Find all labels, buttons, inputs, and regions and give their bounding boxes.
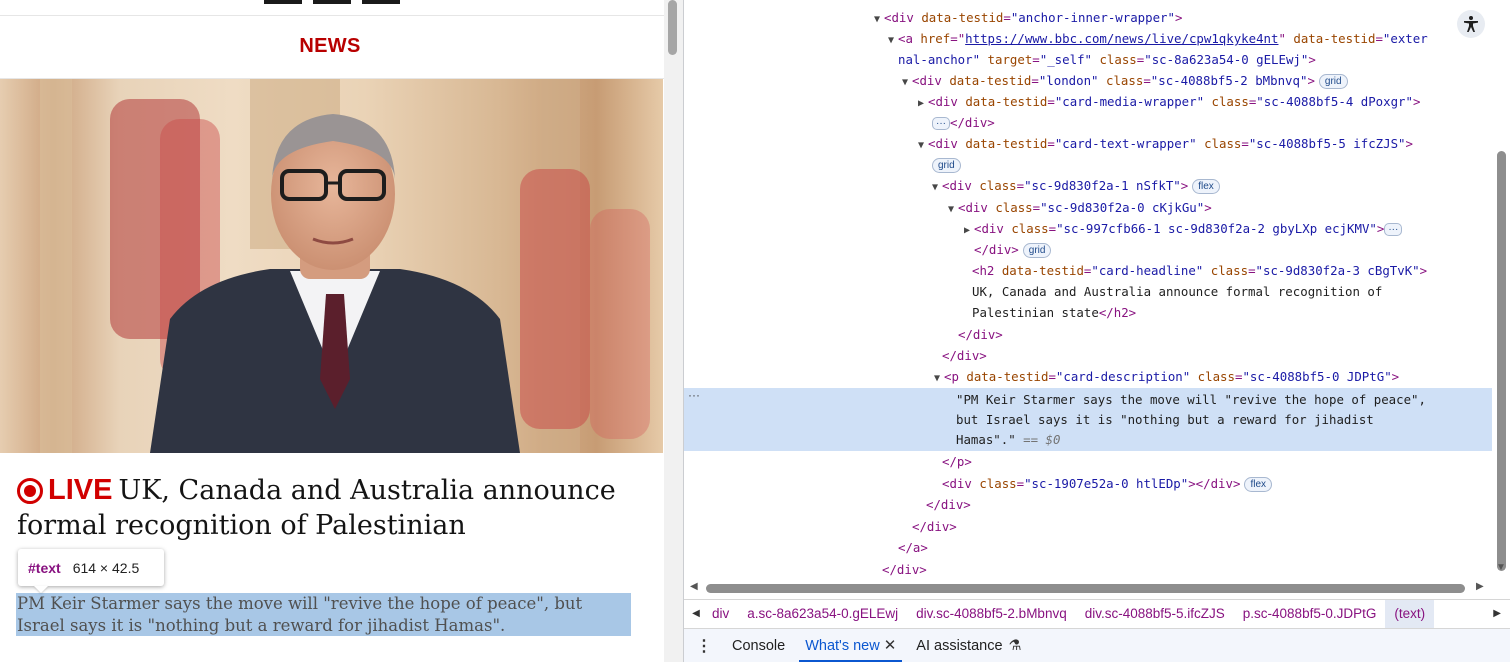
- live-badge: LIVE: [17, 473, 112, 508]
- dom-node-card-media-wrapper[interactable]: ▶ <div data-testid="card-media-wrapper" c…: [914, 92, 1420, 112]
- dom-node-nsfkt[interactable]: ▼ <div class="sc-9d830f2a-1 nSfkT"> flex: [928, 176, 1220, 196]
- expand-triangle-icon[interactable]: ▼: [898, 73, 912, 93]
- card-description[interactable]: PM Keir Starmer says the move will "revi…: [17, 593, 633, 637]
- bbc-logo-blocks[interactable]: [264, 0, 400, 4]
- tooltip-dimensions: 614 × 42.5: [72, 559, 140, 576]
- expand-triangle-icon[interactable]: ▼: [914, 136, 928, 156]
- experiment-flask-icon: ⚗: [1008, 637, 1022, 654]
- flex-badge[interactable]: flex: [1244, 477, 1272, 492]
- dom-node-anchor-continued: nal-anchor" target="_self" class="sc-8a6…: [898, 52, 1316, 67]
- selected-text-node[interactable]: "PM Keir Starmer says the move will "rev…: [956, 390, 1426, 410]
- dom-node-card-media-close: ··· </div>: [932, 113, 995, 133]
- tab-label: What's new: [805, 637, 880, 654]
- dom-close-div: </div>: [958, 327, 1003, 342]
- hero-photo-illustration: [0, 79, 663, 453]
- dom-close-div: </div>: [926, 497, 971, 512]
- tab-whats-new[interactable]: What's new ✕: [797, 629, 904, 662]
- expand-triangle-icon[interactable]: ▼: [928, 178, 942, 198]
- expand-triangle-icon[interactable]: ▼: [930, 369, 944, 389]
- breadcrumb-item[interactable]: div.sc-4088bf5-5.ifcZJS: [1076, 600, 1234, 628]
- breadcrumb-item[interactable]: div: [708, 600, 738, 628]
- inspect-tooltip: #text 614 × 42.5: [18, 549, 164, 586]
- dom-close-div: </div>: [942, 348, 987, 363]
- close-tab-icon[interactable]: ✕: [884, 637, 897, 654]
- dom-node-card-text-wrapper[interactable]: ▼ <div data-testid="card-text-wrapper" cl…: [914, 134, 1413, 154]
- collapse-triangle-icon[interactable]: ▶: [960, 221, 974, 241]
- dom-close-p: </p>: [942, 454, 972, 469]
- accessibility-tree-button[interactable]: [1457, 10, 1485, 38]
- breadcrumb-item[interactable]: a.sc-8a623a54-0.gELEwj: [738, 600, 907, 628]
- dom-close-div: </div>: [882, 562, 927, 577]
- collapsed-children-button[interactable]: ···: [1384, 223, 1403, 236]
- dom-node-htledp[interactable]: <div class="sc-1907e52a-0 htlEDp"></div>…: [942, 474, 1272, 494]
- dom-node-card-description[interactable]: ▼ <p data-testid="card-description" class…: [930, 367, 1399, 387]
- dom-close-a: </a>: [898, 540, 928, 555]
- tooltip-arrow: [34, 586, 48, 593]
- section-label[interactable]: NEWS: [0, 35, 660, 58]
- row-gutter-menu-icon[interactable]: ···: [688, 388, 700, 402]
- scroll-left-arrow-icon[interactable]: ◀: [690, 581, 698, 592]
- breadcrumb-item[interactable]: div.sc-4088bf5-2.bMbnvq: [907, 600, 1076, 628]
- dom-text-headline-1: UK, Canada and Australia announce formal…: [972, 284, 1383, 299]
- expand-triangle-icon[interactable]: ▼: [870, 10, 884, 30]
- dom-text-headline-2: Palestinian state</h2>: [972, 305, 1137, 320]
- dom-node-london[interactable]: ▼ <div data-testid="london" class="sc-408…: [898, 71, 1348, 91]
- dom-node-card-headline[interactable]: <h2 data-testid="card-headline" class="s…: [972, 261, 1427, 281]
- breadcrumb-item-active[interactable]: (text): [1385, 599, 1435, 628]
- logo-block: [313, 0, 351, 4]
- devtools-panel: ··· ▼ <div data-testid="anchor-inner-wrap…: [683, 0, 1510, 662]
- dom-node-gbylxp-close: </div> grid: [974, 240, 1052, 260]
- scroll-down-arrow-icon[interactable]: ▼: [1496, 562, 1506, 573]
- grid-badge[interactable]: grid: [1022, 243, 1052, 258]
- page-viewport: NEWS LIVE UK, Canada and Australia annou…: [0, 0, 683, 662]
- hero-image[interactable]: [0, 79, 663, 453]
- tab-console[interactable]: Console: [724, 629, 793, 662]
- accessibility-icon: [1464, 16, 1478, 32]
- devtools-horizontal-scrollbar-thumb[interactable]: [706, 584, 1465, 593]
- console-ref: == $0: [1015, 432, 1061, 447]
- devtools-vertical-scrollbar-thumb[interactable]: [1497, 151, 1506, 571]
- breadcrumb-right-arrow-icon[interactable]: ▶: [1493, 600, 1501, 628]
- logo-block: [264, 0, 302, 4]
- breadcrumb-left-arrow-icon[interactable]: ◀: [684, 608, 708, 619]
- dom-node-card-text-badge-row: grid: [928, 155, 961, 175]
- elements-dom-tree[interactable]: ··· ▼ <div data-testid="anchor-inner-wrap…: [684, 0, 1492, 582]
- tab-label: AI assistance: [916, 637, 1003, 654]
- expand-triangle-icon[interactable]: ▼: [944, 200, 958, 220]
- selected-text-line-2: but Israel says it is "nothing but a rew…: [956, 412, 1374, 427]
- selected-text-line-3: Hamas"." == $0: [956, 432, 1061, 447]
- dom-node-ckjkgu[interactable]: ▼ <div class="sc-9d830f2a-0 cKjkGu">: [944, 198, 1212, 218]
- scroll-right-arrow-icon[interactable]: ▶: [1476, 581, 1484, 592]
- dom-breadcrumbs: ◀ div a.sc-8a623a54-0.gELEwj div.sc-4088…: [684, 599, 1510, 628]
- tooltip-node-name: #text: [28, 559, 61, 576]
- href-link[interactable]: https://www.bbc.com/news/live/cpw1qkyke4…: [965, 31, 1278, 46]
- dom-node-gbylxp[interactable]: ▶ <div class="sc-997cfb66-1 sc-9d830f2a-2…: [960, 219, 1403, 241]
- dom-node-anchor-inner-wrapper[interactable]: ▼ <div data-testid="anchor-inner-wrapper"…: [870, 8, 1182, 28]
- breadcrumb-item[interactable]: p.sc-4088bf5-0.JDPtG: [1234, 600, 1386, 628]
- collapse-triangle-icon[interactable]: ▶: [914, 94, 928, 114]
- tab-label: Console: [732, 637, 786, 654]
- divider: [0, 15, 664, 16]
- devtools-drawer-tabbar: ⋮ Console What's new ✕ AI assistance ⚗: [684, 628, 1510, 662]
- page-scrollbar-thumb[interactable]: [668, 0, 677, 55]
- logo-block: [362, 0, 400, 4]
- card-headline[interactable]: LIVE UK, Canada and Australia announce f…: [17, 473, 657, 543]
- tab-ai-assistance[interactable]: AI assistance ⚗: [908, 629, 1029, 662]
- grid-badge[interactable]: grid: [932, 158, 961, 173]
- live-indicator-icon: [17, 477, 43, 504]
- dom-close-div: </div>: [912, 519, 957, 534]
- flex-badge[interactable]: flex: [1192, 179, 1220, 194]
- page-scrollbar-track[interactable]: [664, 0, 683, 662]
- expand-triangle-icon[interactable]: ▼: [884, 31, 898, 51]
- grid-badge[interactable]: grid: [1318, 74, 1348, 89]
- live-label: LIVE: [48, 474, 113, 506]
- more-tools-menu-icon[interactable]: ⋮: [684, 636, 724, 656]
- dom-node-external-anchor[interactable]: ▼ <a href="https://www.bbc.com/news/live/…: [884, 29, 1428, 49]
- collapsed-children-button[interactable]: ···: [932, 117, 950, 130]
